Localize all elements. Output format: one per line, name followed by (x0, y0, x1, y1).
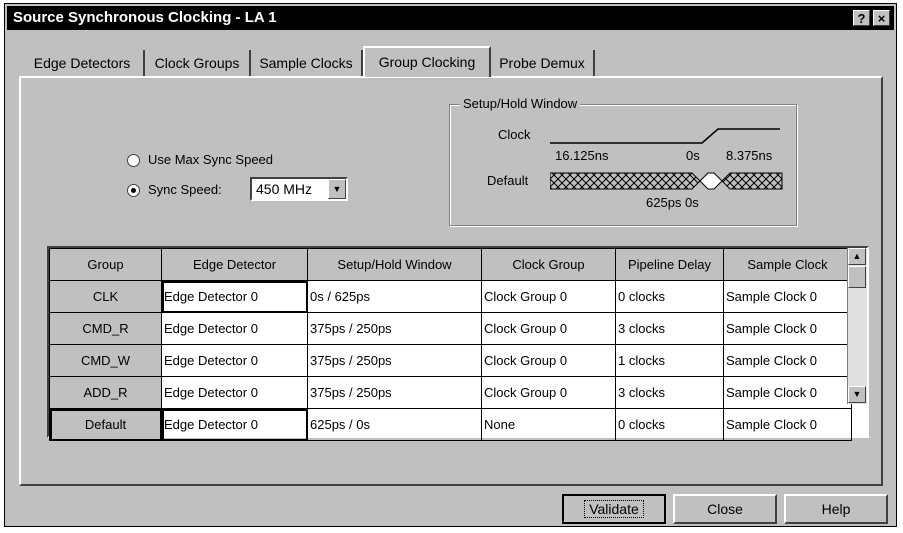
setup-hold-cell[interactable]: 375ps / 250ps (307, 312, 482, 345)
setup-hold-window-box: Setup/Hold Window Clock 16.125ns 0s 8.37… (449, 96, 797, 226)
setup-hold-window-title: Setup/Hold Window (460, 96, 581, 111)
edge-detector-cell[interactable]: Edge Detector 0 (161, 408, 308, 441)
tab-clock-groups[interactable]: Clock Groups (145, 50, 251, 76)
clock-group-cell[interactable]: Clock Group 0 (481, 376, 616, 409)
pipeline-delay-cell[interactable]: 1 clocks (615, 344, 724, 377)
use-max-sync-radio[interactable] (127, 154, 140, 167)
default-row[interactable]: Default Edge Detector 0 625ps / 0s None … (49, 408, 852, 441)
clock-group-cell[interactable]: Clock Group 0 (481, 280, 616, 313)
setup-hold-cell[interactable]: 375ps / 250ps (307, 344, 482, 377)
use-max-sync-label: Use Max Sync Speed (148, 152, 274, 167)
col-header-group[interactable]: Group (49, 248, 162, 281)
title-bar: Source Synchronous Clocking - LA 1 ? × (7, 6, 894, 30)
edge-detector-cell[interactable]: Edge Detector 0 (161, 344, 308, 377)
window-title: Source Synchronous Clocking - LA 1 (13, 9, 277, 26)
row-header[interactable]: ADD_R (49, 376, 162, 409)
scroll-up-icon[interactable]: ▲ (848, 248, 866, 265)
dialog-window: Source Synchronous Clocking - LA 1 ? × E… (4, 3, 897, 527)
tab-panel: Use Max Sync Speed Sync Speed: 450 MHz ▼… (19, 76, 883, 486)
close-icon[interactable]: × (873, 10, 890, 26)
setup-hold-cell[interactable]: 375ps / 250ps (307, 376, 482, 409)
edge-detector-cell[interactable]: Edge Detector 0 (161, 280, 308, 313)
table-row[interactable]: CMD_W Edge Detector 0 375ps / 250ps Cloc… (49, 344, 852, 377)
clock-waveform (550, 128, 780, 144)
scroll-down-icon[interactable]: ▼ (848, 386, 866, 403)
group-clocking-table: Group Edge Detector Setup/Hold Window Cl… (47, 246, 869, 441)
pipeline-delay-cell[interactable]: 3 clocks (615, 312, 724, 345)
scroll-thumb[interactable] (848, 266, 866, 288)
clock-right-time: 8.375ns (726, 148, 773, 163)
clock-zero-time: 0s (686, 148, 700, 163)
table-header-row: Group Edge Detector Setup/Hold Window Cl… (49, 248, 852, 281)
clock-group-cell[interactable]: Clock Group 0 (481, 344, 616, 377)
pipeline-delay-cell[interactable]: 0 clocks (615, 280, 724, 313)
tab-edge-detectors[interactable]: Edge Detectors (21, 50, 145, 76)
default-window-times: 625ps 0s (646, 195, 699, 210)
sample-clock-cell[interactable]: Sample Clock 0 (723, 280, 852, 313)
sample-clock-cell[interactable]: Sample Clock 0 (723, 408, 852, 441)
clock-label: Clock (498, 127, 531, 142)
col-header-clock-group[interactable]: Clock Group (481, 248, 616, 281)
sync-speed-label: Sync Speed: (148, 182, 222, 197)
clock-group-cell[interactable]: Clock Group 0 (481, 312, 616, 345)
default-label: Default (487, 173, 529, 188)
col-header-setup-hold[interactable]: Setup/Hold Window (307, 248, 482, 281)
tab-probe-demux[interactable]: Probe Demux (491, 50, 595, 76)
sync-speed-radio[interactable] (127, 184, 140, 197)
setup-hold-cell[interactable]: 0s / 625ps (307, 280, 482, 313)
default-window-waveform (550, 172, 783, 190)
sample-clock-cell[interactable]: Sample Clock 0 (723, 344, 852, 377)
table-row[interactable]: CLK Edge Detector 0 0s / 625ps Clock Gro… (49, 280, 852, 313)
sample-clock-cell[interactable]: Sample Clock 0 (723, 376, 852, 409)
validate-button-label: Validate (584, 500, 644, 518)
sample-clock-cell[interactable]: Sample Clock 0 (723, 312, 852, 345)
edge-detector-cell[interactable]: Edge Detector 0 (161, 312, 308, 345)
sync-speed-select[interactable]: 450 MHz ▼ (250, 177, 348, 201)
row-header-default[interactable]: Default (49, 408, 162, 441)
chevron-down-icon[interactable]: ▼ (328, 179, 346, 199)
table-scrollbar[interactable]: ▲ ▼ (847, 248, 867, 404)
col-header-pipeline-delay[interactable]: Pipeline Delay (615, 248, 724, 281)
tab-sample-clocks[interactable]: Sample Clocks (251, 50, 363, 76)
validate-button[interactable]: Validate (562, 494, 666, 524)
edge-detector-cell[interactable]: Edge Detector 0 (161, 376, 308, 409)
col-header-edge-detector[interactable]: Edge Detector (161, 248, 308, 281)
sync-speed-value: 450 MHz (256, 181, 313, 197)
pipeline-delay-cell[interactable]: 0 clocks (615, 408, 724, 441)
pipeline-delay-cell[interactable]: 3 clocks (615, 376, 724, 409)
tab-group-clocking[interactable]: Group Clocking (363, 46, 491, 77)
help-icon[interactable]: ? (853, 10, 870, 26)
table-row[interactable]: CMD_R Edge Detector 0 375ps / 250ps Cloc… (49, 312, 852, 345)
clock-group-cell[interactable]: None (481, 408, 616, 441)
row-header[interactable]: CMD_R (49, 312, 162, 345)
clock-left-time: 16.125ns (555, 148, 609, 163)
row-header[interactable]: CLK (49, 280, 162, 313)
table-row[interactable]: ADD_R Edge Detector 0 375ps / 250ps Cloc… (49, 376, 852, 409)
col-header-sample-clock[interactable]: Sample Clock (723, 248, 852, 281)
group-table: Group Edge Detector Setup/Hold Window Cl… (49, 248, 852, 441)
help-button[interactable]: Help (784, 494, 888, 524)
setup-hold-cell[interactable]: 625ps / 0s (307, 408, 482, 441)
close-button[interactable]: Close (673, 494, 777, 524)
row-header[interactable]: CMD_W (49, 344, 162, 377)
